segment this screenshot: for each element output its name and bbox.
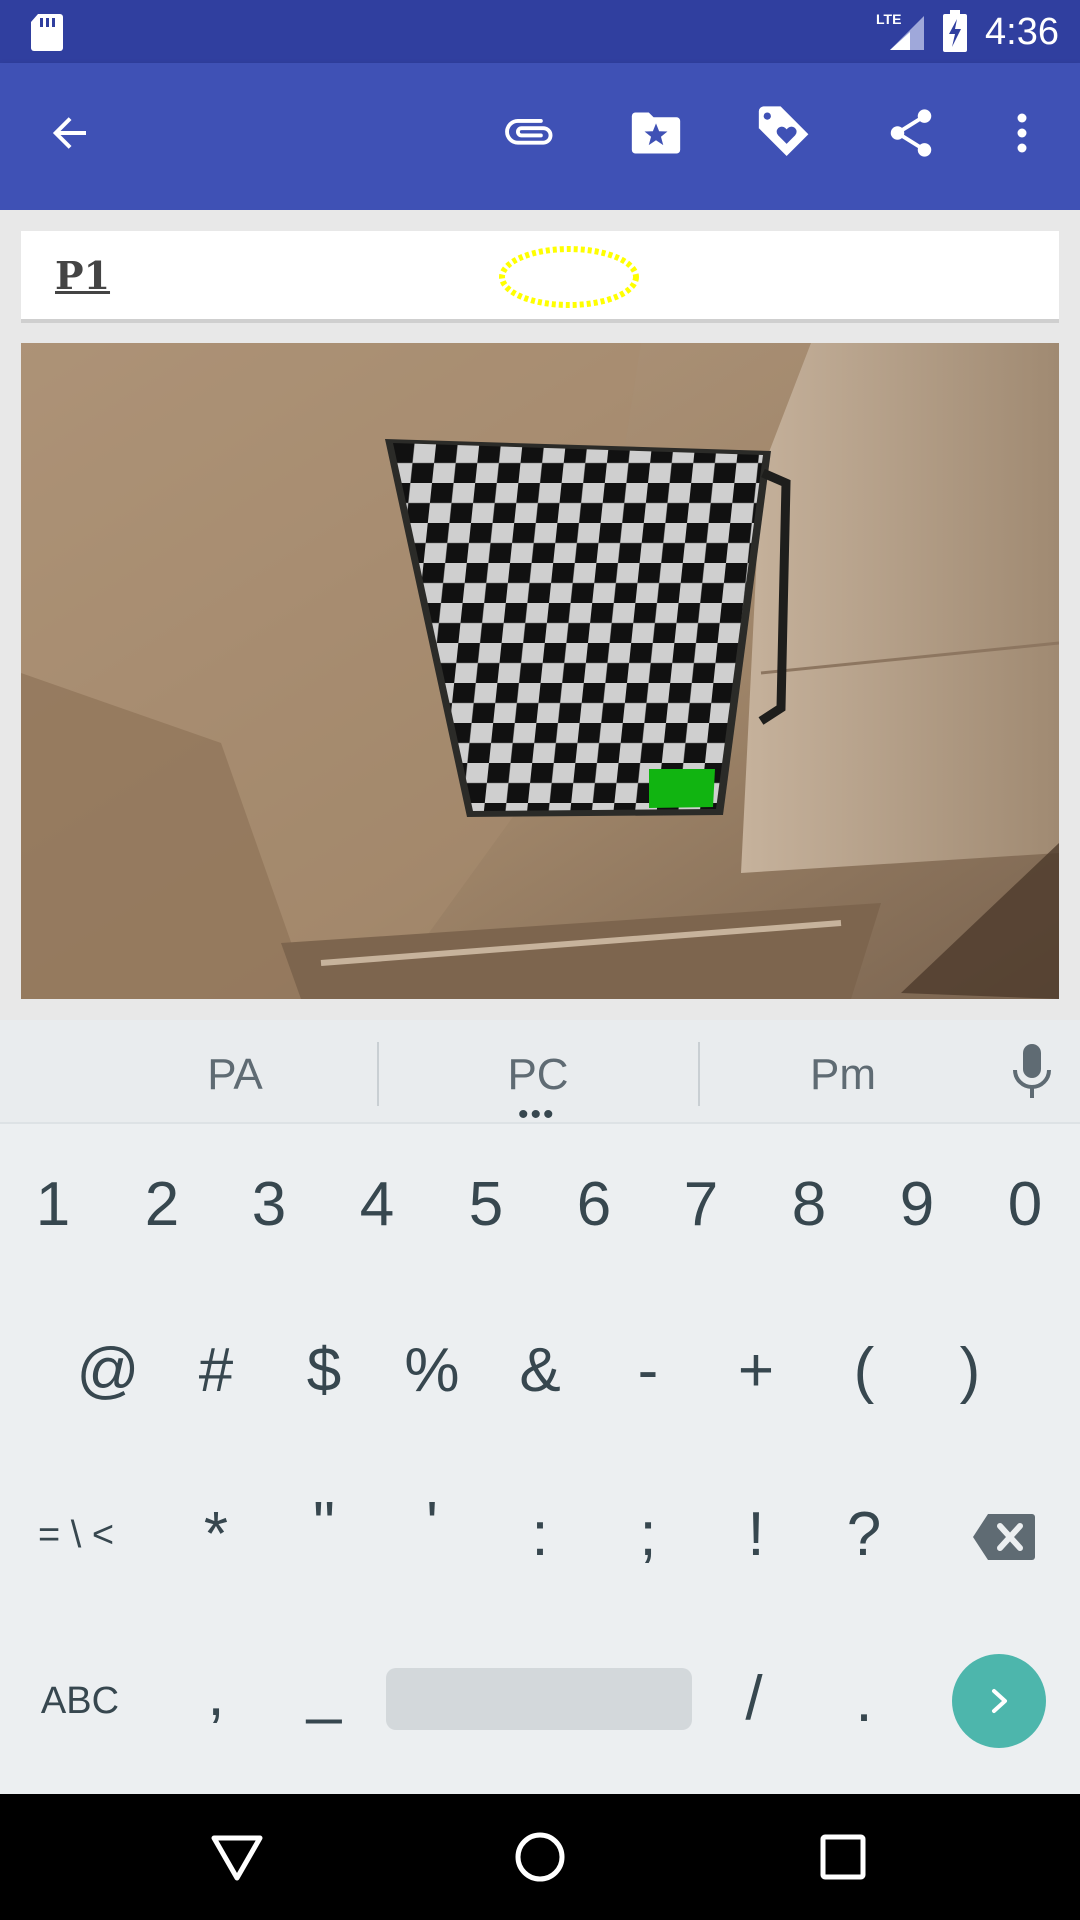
key-colon[interactable]: : [490, 1500, 590, 1570]
suggestion-strip: PA PC ••• Pm [0, 1020, 1080, 1131]
suggestion-2[interactable]: PC [438, 1050, 638, 1100]
label-field-card[interactable]: P1 [21, 231, 1059, 323]
suggestion-divider [377, 1042, 379, 1106]
back-button[interactable] [38, 101, 102, 165]
green-marker [649, 769, 715, 808]
key-plus[interactable]: + [706, 1336, 806, 1406]
more-vert-icon [1017, 113, 1027, 153]
microphone-icon[interactable] [1010, 1042, 1054, 1102]
share-icon [890, 109, 932, 157]
attach-icon [505, 118, 553, 145]
attach-button[interactable] [498, 101, 562, 165]
key-semicolon[interactable]: ; [598, 1500, 698, 1570]
key-7[interactable]: 7 [651, 1170, 751, 1240]
more-suggestions-indicator: ••• [518, 1098, 556, 1131]
suggestion-3[interactable]: Pm [743, 1050, 943, 1100]
svg-text:LTE: LTE [876, 11, 901, 27]
key-double-quote[interactable]: " [274, 1490, 374, 1560]
key-close-paren[interactable]: ) [920, 1336, 1020, 1406]
key-question[interactable]: ? [814, 1500, 914, 1570]
photo-image[interactable] [21, 343, 1059, 999]
key-slash[interactable]: / [704, 1664, 804, 1734]
key-percent[interactable]: % [382, 1336, 482, 1406]
key-3[interactable]: 3 [219, 1170, 319, 1240]
key-period[interactable]: . [814, 1666, 914, 1736]
status-bar: LTE 4:36 [0, 0, 1080, 63]
key-5[interactable]: 5 [436, 1170, 536, 1240]
nav-home-button[interactable] [507, 1824, 573, 1890]
key-1[interactable]: 1 [3, 1170, 103, 1240]
room-photo [21, 343, 1059, 999]
key-more-symbols[interactable]: = \ < [26, 1500, 126, 1570]
back-arrow-icon [52, 117, 86, 149]
key-0[interactable]: 0 [975, 1170, 1075, 1240]
sd-card-icon [31, 14, 63, 51]
triangle-back-icon [211, 1835, 263, 1881]
key-ampersand[interactable]: & [490, 1336, 590, 1406]
key-hash[interactable]: # [166, 1336, 266, 1406]
app-bar [0, 63, 1080, 210]
nav-recents-button[interactable] [810, 1824, 876, 1890]
square-recents-icon [820, 1834, 866, 1880]
space-bar[interactable] [386, 1668, 692, 1730]
label-text: P1 [55, 253, 111, 298]
label-button[interactable] [751, 101, 815, 165]
share-button[interactable] [879, 101, 943, 165]
lte-signal-icon: LTE [876, 11, 924, 50]
key-underscore[interactable]: _ [274, 1656, 374, 1726]
nav-back-button[interactable] [204, 1824, 270, 1890]
key-comma[interactable]: , [166, 1660, 266, 1730]
key-open-paren[interactable]: ( [814, 1336, 914, 1406]
chevron-right-icon [992, 1689, 1007, 1713]
key-single-quote[interactable]: ' [382, 1490, 482, 1560]
circle-home-icon [515, 1832, 565, 1882]
key-9[interactable]: 9 [867, 1170, 967, 1240]
key-at[interactable]: @ [58, 1336, 158, 1406]
star-folder-icon [631, 112, 681, 154]
key-asterisk[interactable]: * [166, 1500, 266, 1570]
navigation-bar [0, 1794, 1080, 1920]
suggestion-divider [698, 1042, 700, 1106]
favorite-folder-button[interactable] [624, 101, 688, 165]
suggestion-1[interactable]: PA [135, 1050, 335, 1100]
key-4[interactable]: 4 [327, 1170, 427, 1240]
key-dollar[interactable]: $ [274, 1336, 374, 1406]
key-8[interactable]: 8 [759, 1170, 859, 1240]
backspace-icon[interactable] [972, 1512, 1036, 1562]
key-2[interactable]: 2 [112, 1170, 212, 1240]
annotation-ellipse [499, 246, 639, 308]
key-abc[interactable]: ABC [30, 1666, 130, 1736]
key-exclamation[interactable]: ! [706, 1500, 806, 1570]
tag-heart-icon [758, 106, 809, 156]
key-6[interactable]: 6 [544, 1170, 644, 1240]
content-area: P1 [0, 210, 1080, 1020]
enter-button[interactable] [952, 1654, 1046, 1748]
battery-charging-icon [943, 10, 967, 52]
clock: 4:36 [985, 11, 1059, 53]
overflow-menu-button[interactable] [990, 101, 1054, 165]
key-minus[interactable]: - [598, 1336, 698, 1406]
